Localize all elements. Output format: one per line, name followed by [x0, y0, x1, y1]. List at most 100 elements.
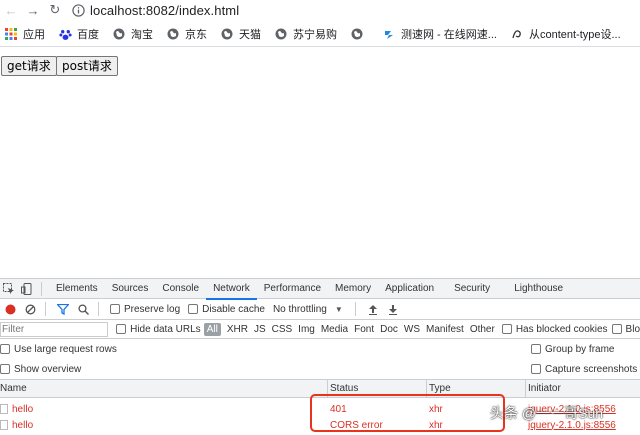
bookmark-label: 应用	[23, 29, 45, 41]
request-name[interactable]: hello	[12, 420, 33, 431]
request-icon	[0, 404, 8, 414]
bookmark-label: 测速网 - 在线网速...	[401, 29, 497, 41]
toolbar-divider	[0, 46, 640, 47]
bookmark-taobao[interactable]: 淘宝	[112, 26, 153, 42]
disable-cache-label: Disable cache	[202, 303, 265, 315]
filter-input[interactable]: Filter	[0, 321, 109, 337]
bookmark-suning[interactable]: 苏宁易购	[274, 26, 337, 42]
tab-lighthouse[interactable]: Lighthouse	[507, 279, 570, 299]
watermark: 头条 @一一哥Sun	[490, 403, 603, 423]
hide-data-urls-checkbox[interactable]: Hide data URLs	[116, 324, 201, 335]
request-name[interactable]: hello	[12, 404, 33, 415]
filter-bar: Filter Hide data URLs All XHR JS CSS Img…	[0, 320, 640, 339]
script-icon	[510, 27, 524, 41]
clear-icon[interactable]	[20, 299, 40, 319]
filter-type-all[interactable]: All	[203, 322, 221, 336]
dropdown-arrow-icon: ▼	[334, 304, 343, 314]
tab-sources[interactable]: Sources	[105, 279, 156, 299]
bookmark-unnamed[interactable]	[350, 27, 369, 41]
bookmark-content-type[interactable]: 从content-type设...	[510, 26, 621, 42]
device-toolbar-icon[interactable]	[18, 280, 36, 298]
preserve-log-label: Preserve log	[124, 303, 181, 315]
filter-type-doc[interactable]: Doc	[377, 324, 401, 335]
bookmark-label: 百度	[77, 29, 99, 41]
toolbar-separator	[98, 302, 99, 316]
globe-icon	[350, 27, 364, 41]
export-har-icon[interactable]	[383, 299, 403, 319]
filter-type-xhr[interactable]: XHR	[224, 324, 251, 335]
bookmark-jd[interactable]: 京东	[166, 26, 207, 42]
column-initiator[interactable]: Initiator	[525, 380, 561, 397]
info-icon[interactable]	[70, 2, 86, 18]
tab-security[interactable]: Security	[447, 279, 497, 299]
filter-type-js[interactable]: JS	[251, 324, 269, 335]
bookmark-apps[interactable]: 应用	[4, 26, 45, 42]
filter-type-other[interactable]: Other	[467, 324, 498, 335]
tab-console[interactable]: Console	[155, 279, 206, 299]
get-request-button[interactable]: get请求	[1, 56, 57, 76]
filter-type-css[interactable]: CSS	[269, 324, 296, 335]
throttling-value: No throttling	[272, 303, 327, 315]
post-request-button[interactable]: post请求	[56, 56, 118, 76]
checkbox[interactable]	[531, 344, 541, 354]
tab-memory[interactable]: Memory	[328, 279, 378, 299]
options-row: Show overview Capture screenshots	[0, 359, 640, 379]
filter-type-font[interactable]: Font	[351, 324, 377, 335]
filter-type-ws[interactable]: WS	[401, 324, 423, 335]
bookmark-tmall[interactable]: 天猫	[220, 26, 261, 42]
tab-elements[interactable]: Elements	[49, 279, 105, 299]
filter-icon[interactable]	[53, 299, 73, 319]
group-by-frame-checkbox[interactable]: Group by frame	[531, 344, 614, 355]
bookmark-label: 从content-type设...	[528, 29, 621, 41]
speedtest-icon	[382, 27, 396, 41]
tab-performance[interactable]: Performance	[257, 279, 328, 299]
bookmark-label: 天猫	[239, 29, 261, 41]
address-bar: ← → ↻ localhost:8082/index.html	[0, 0, 640, 20]
capture-screenshots-label: Capture screenshots	[545, 363, 638, 375]
record-icon[interactable]	[0, 299, 20, 319]
group-by-frame-label: Group by frame	[545, 343, 615, 355]
checkbox[interactable]	[501, 324, 512, 334]
show-overview-checkbox[interactable]: Show overview	[0, 364, 81, 375]
network-toolbar: Preserve log Disable cache No throttling…	[0, 299, 640, 320]
bookmarks-bar: 应用 百度 淘宝 京东 天猫 苏宁易购 测速网 - 在线网速... 从conte…	[0, 23, 640, 45]
bookmark-speedtest[interactable]: 测速网 - 在线网速...	[382, 26, 497, 42]
column-name[interactable]: Name	[0, 380, 27, 397]
reload-icon[interactable]: ↻	[44, 0, 66, 20]
bookmark-label: 京东	[185, 29, 207, 41]
checkbox[interactable]	[531, 364, 541, 374]
blocked-requests-label: Blo	[625, 323, 640, 335]
checkbox[interactable]	[611, 324, 622, 334]
filter-type-manifest[interactable]: Manifest	[423, 324, 467, 335]
import-har-icon[interactable]	[363, 299, 383, 319]
disable-cache-checkbox[interactable]: Disable cache	[188, 304, 265, 315]
capture-screenshots-checkbox[interactable]: Capture screenshots	[531, 364, 637, 375]
checkbox[interactable]	[188, 304, 199, 314]
show-overview-label: Show overview	[14, 363, 82, 375]
annotation-highlight-box	[310, 394, 505, 432]
forward-icon[interactable]: →	[22, 0, 44, 20]
globe-icon	[112, 27, 126, 41]
tab-network[interactable]: Network	[206, 279, 257, 300]
checkbox[interactable]	[0, 344, 10, 354]
filter-type-media[interactable]: Media	[318, 324, 351, 335]
blocked-requests-checkbox[interactable]: Blo	[611, 323, 640, 335]
url-field[interactable]: localhost:8082/index.html	[90, 3, 239, 18]
throttling-select[interactable]: No throttling ▼	[273, 304, 343, 315]
checkbox[interactable]	[0, 364, 10, 374]
filter-type-img[interactable]: Img	[295, 324, 318, 335]
toolbar-separator	[45, 302, 46, 316]
search-icon[interactable]	[73, 299, 93, 319]
has-blocked-cookies-checkbox[interactable]: Has blocked cookies	[501, 324, 608, 335]
preserve-log-checkbox[interactable]: Preserve log	[110, 304, 180, 315]
tab-application[interactable]: Application	[378, 279, 441, 299]
inspect-element-icon[interactable]	[0, 280, 18, 298]
bookmark-baidu[interactable]: 百度	[58, 26, 99, 42]
large-rows-label: Use large request rows	[14, 343, 117, 355]
large-rows-checkbox[interactable]: Use large request rows	[0, 344, 117, 355]
bookmark-label: 淘宝	[131, 29, 153, 41]
devtools-tabbar: Elements Sources Console Network Perform…	[0, 279, 640, 300]
checkbox[interactable]	[110, 304, 120, 314]
back-icon[interactable]: ←	[0, 0, 22, 20]
checkbox[interactable]	[116, 324, 127, 334]
